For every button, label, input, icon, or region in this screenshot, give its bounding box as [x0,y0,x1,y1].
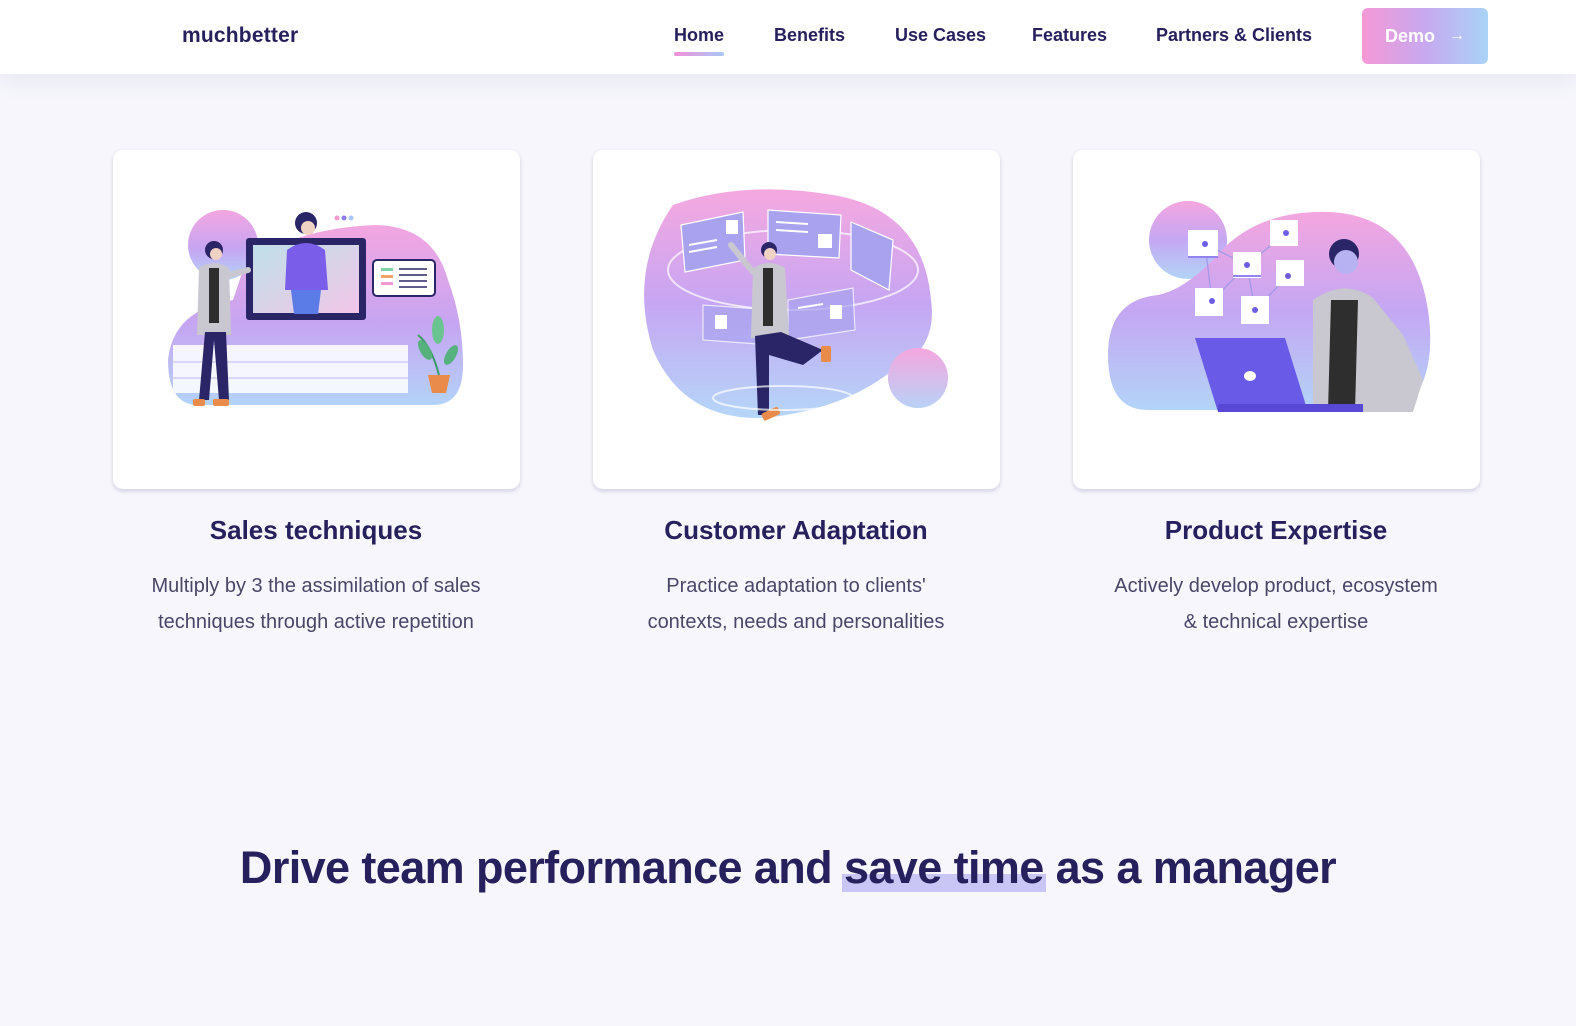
headline-highlight: save time [841,842,1046,893]
nav-features[interactable]: Features [1032,25,1107,46]
nav-use-cases[interactable]: Use Cases [895,25,986,46]
expertise-illustration [1108,201,1431,412]
card-desc-adaptation-line2: contexts, needs and personalities [647,611,945,633]
arrow-right-icon: → [1449,27,1465,44]
headline-before: Drive team performance and [239,842,833,893]
card-customer-adaptation [593,150,1000,489]
nav-home[interactable]: Home [674,25,725,56]
section-headline: Drive team performance and save time as … [0,842,1576,894]
card-title-expertise: Product Expertise [1164,515,1388,545]
card-product-expertise [1073,150,1480,489]
adaptation-illustration [644,189,948,421]
card-desc-expertise: Actively develop product, ecosystem & te… [1056,568,1496,640]
brand-logo[interactable]: muchbetter [110,13,298,59]
demo-button-label: Demo [1384,25,1435,46]
headline-after: as a manager [1055,842,1337,893]
card-title-sales: Sales techniques [209,515,423,545]
card-desc-expertise-line1: Actively develop product, ecosystem [1114,575,1438,597]
demo-button[interactable]: Demo → [1362,8,1488,64]
nav-partners-clients[interactable]: Partners & Clients [1156,25,1312,46]
card-title-adaptation: Customer Adaptation [664,515,928,545]
card-sales-techniques [113,150,520,489]
card-desc-sales: Multiply by 3 the assimilation of sales … [96,568,536,640]
sales-illustration [168,210,463,406]
brand-name: muchbetter [182,24,299,47]
card-desc-expertise-line2: & technical expertise [1183,611,1369,633]
card-desc-adaptation: Practice adaptation to clients' contexts… [576,568,1016,640]
card-desc-sales-line1: Multiply by 3 the assimilation of sales [151,575,481,597]
site-header: muchbetter Home Benefits Use Cases Featu… [0,0,1576,74]
card-desc-sales-line2: techniques through active repetition [158,611,474,633]
card-desc-adaptation-line1: Practice adaptation to clients' [666,575,926,597]
nav-benefits[interactable]: Benefits [774,25,845,46]
soundwave-logo-icon [111,15,169,57]
